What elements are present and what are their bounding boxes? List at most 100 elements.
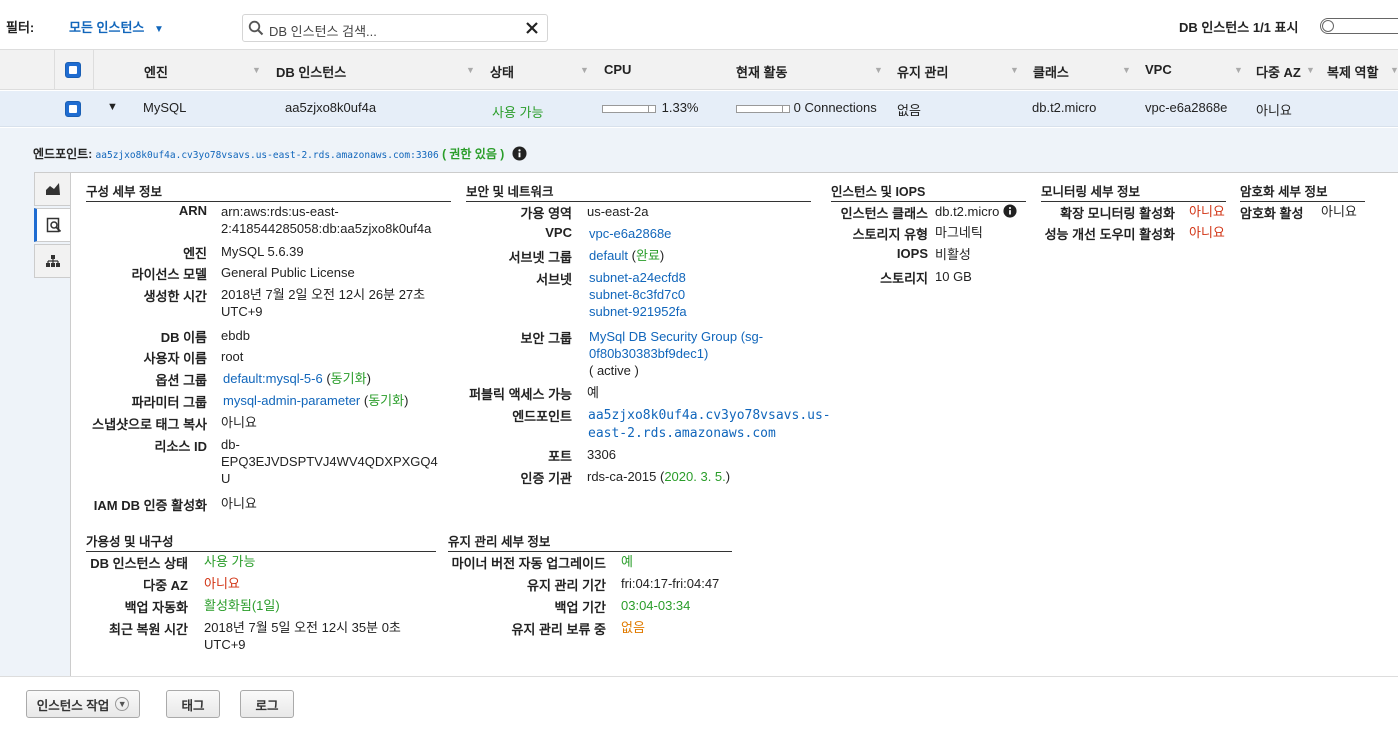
subnet-group-link[interactable]: default xyxy=(589,248,628,263)
column-header-cpu[interactable]: CPU xyxy=(604,62,631,77)
search-input[interactable]: DB 인스턴스 검색... xyxy=(269,21,377,40)
value-ca: rds-ca-2015 (2020. 3. 5.) xyxy=(587,469,731,484)
view-toggle[interactable] xyxy=(1320,18,1398,34)
row-checkbox[interactable] xyxy=(65,101,81,117)
label-pending-maintenance: 유지 관리 보류 중 xyxy=(511,622,606,637)
value-engine: MySQL 5.6.39 xyxy=(221,244,304,259)
cell-instance[interactable]: aa5zjxo8k0uf4a xyxy=(285,100,376,115)
instance-actions-button[interactable]: 인스턴스 작업 ▼ xyxy=(26,690,140,718)
value-auto-minor: 예 xyxy=(621,554,633,569)
activity-value: 0 Connections xyxy=(793,100,877,115)
info-icon[interactable] xyxy=(512,146,527,161)
sort-icon[interactable]: ▼ xyxy=(466,65,475,75)
label-backup: 백업 자동화 xyxy=(124,600,188,615)
tags-button[interactable]: 태그 xyxy=(166,690,220,718)
tab-details[interactable] xyxy=(34,208,71,242)
param-group-link[interactable]: mysql-admin-parameter xyxy=(223,393,360,408)
label-iops: IOPS xyxy=(896,246,928,261)
label-username: 사용자 이름 xyxy=(143,351,207,366)
column-header-instance[interactable]: DB 인스턴스 xyxy=(276,62,346,81)
label-backup-window: 백업 기간 xyxy=(554,600,606,615)
label-auto-minor: 마이너 버전 자동 업그레이드 xyxy=(451,556,606,571)
tab-topology[interactable] xyxy=(34,244,70,278)
sort-icon[interactable]: ▼ xyxy=(1122,65,1131,75)
info-icon[interactable] xyxy=(1003,204,1017,218)
column-header-activity[interactable]: 현재 활동 xyxy=(736,62,787,81)
sort-icon[interactable]: ▼ xyxy=(874,65,883,75)
value-latest-restore: 2018년 7월 5일 오전 12시 35분 0초 UTC+9 xyxy=(204,620,401,652)
value-db-state: 사용 가능 xyxy=(204,554,256,569)
caret-down-icon[interactable]: ▼ xyxy=(107,101,118,113)
label-arn: ARN xyxy=(178,203,207,218)
sort-icon[interactable]: ▼ xyxy=(1234,65,1243,75)
search-box[interactable]: DB 인스턴스 검색... xyxy=(242,14,548,42)
subnet-link[interactable]: subnet-a24ecfd8 xyxy=(589,269,687,286)
value-snapshot-tags: 아니요 xyxy=(221,415,257,430)
label-public-access: 퍼블릭 액세스 가능 xyxy=(469,387,572,402)
subnet-link[interactable]: subnet-8c3fd7c0 xyxy=(589,286,687,303)
column-header-status[interactable]: 상태 xyxy=(490,62,514,81)
label-subnet-group: 서브넷 그룹 xyxy=(508,250,572,265)
toggle-knob xyxy=(1322,20,1334,32)
security-group-link[interactable]: MySql DB Security Group (sg- 0f80b30383bf… xyxy=(589,328,763,362)
chart-icon xyxy=(45,183,60,195)
label-storage: 스토리지 xyxy=(880,271,928,286)
cell-cpu: 1.33% xyxy=(602,100,699,115)
value-multi-az: 아니요 xyxy=(204,576,240,591)
table-header: 엔진 ▼ DB 인스턴스 ▼ 상태 ▼ CPU 현재 활동 ▼ 유지 관리 ▼ … xyxy=(0,50,1398,90)
tab-monitoring[interactable] xyxy=(34,172,70,206)
cell-vpc: vpc-e6a2868e xyxy=(1145,100,1228,115)
label-latest-restore: 최근 복원 시간 xyxy=(109,622,188,637)
option-group-link[interactable]: default:mysql-5-6 xyxy=(223,371,323,386)
label-instance-class: 인스턴스 클래스 xyxy=(840,206,928,221)
label-option-group: 옵션 그룹 xyxy=(155,373,207,388)
label-ca: 인증 기관 xyxy=(520,471,572,486)
value-backup: 활성화됨(1일) xyxy=(204,598,280,613)
activity-bar xyxy=(736,104,790,113)
value-backup-window: 03:04-03:34 xyxy=(621,598,691,613)
section-title-security: 보안 및 네트워크 xyxy=(466,181,811,202)
value-security-group: MySql DB Security Group (sg- 0f80b30383bf… xyxy=(589,328,764,378)
label-security-group: 보안 그룹 xyxy=(520,331,572,346)
sort-icon[interactable]: ▼ xyxy=(580,65,589,75)
value-arn: arn:aws:rds:us-east- 2:418544285058:db:aa… xyxy=(221,204,432,236)
section-title-monitoring: 모니터링 세부 정보 xyxy=(1041,181,1226,202)
sort-icon[interactable]: ▼ xyxy=(1010,65,1019,75)
label-multi-az: 다중 AZ xyxy=(143,578,188,593)
column-header-replication[interactable]: 복제 역할 xyxy=(1327,62,1378,81)
sort-icon[interactable]: ▼ xyxy=(1306,65,1315,75)
table-row[interactable]: ▼ MySQL aa5zjxo8k0uf4a 사용 가능 1.33% 0 Con… xyxy=(0,91,1398,127)
sort-icon[interactable]: ▼ xyxy=(252,65,261,75)
column-header-multi-az[interactable]: 다중 AZ xyxy=(1256,62,1301,81)
value-dbname: ebdb xyxy=(221,328,250,343)
cell-status: 사용 가능 xyxy=(492,105,544,120)
search-icon xyxy=(248,20,264,36)
label-license: 라이선스 모델 xyxy=(131,267,207,282)
value-az: us-east-2a xyxy=(587,204,649,219)
chevron-down-icon: ▼ xyxy=(154,24,164,35)
value-endpoint[interactable]: aa5zjxo8k0uf4a.cv3yo78vsavs.us-east-2.rd… xyxy=(588,407,831,443)
column-header-engine[interactable]: 엔진 xyxy=(144,62,168,81)
endpoint-value[interactable]: aa5zjxo8k0uf4a.cv3yo78vsavs.us-east-2.rd… xyxy=(96,150,439,161)
column-header-class[interactable]: 클래스 xyxy=(1033,62,1069,81)
hierarchy-icon xyxy=(45,255,60,267)
filter-dropdown[interactable]: 모든 인스턴스 ▼ xyxy=(69,17,164,36)
subnet-link[interactable]: subnet-921952fa xyxy=(589,303,687,320)
label-subnets: 서브넷 xyxy=(536,272,572,287)
value-param-group: mysql-admin-parameter (동기화) xyxy=(223,393,409,408)
cpu-value: 1.33% xyxy=(661,100,699,115)
sort-icon[interactable]: ▼ xyxy=(1390,65,1398,75)
logs-button[interactable]: 로그 xyxy=(240,690,294,718)
clear-search-icon[interactable] xyxy=(525,21,539,35)
instance-count: DB 인스턴스 1/1 표시 xyxy=(1179,20,1299,35)
filter-label: 필터: xyxy=(6,20,35,35)
label-iam-auth: IAM DB 인증 활성화 xyxy=(93,498,207,513)
value-iops: 비활성 xyxy=(935,247,971,262)
value-encryption: 아니요 xyxy=(1321,204,1357,219)
column-header-vpc[interactable]: VPC xyxy=(1145,62,1172,77)
select-all-checkbox[interactable] xyxy=(65,62,81,78)
value-instance-class: db.t2.micro xyxy=(935,203,1017,220)
label-maintenance-window: 유지 관리 기간 xyxy=(527,578,606,593)
column-header-maintenance[interactable]: 유지 관리 xyxy=(897,62,948,81)
value-vpc[interactable]: vpc-e6a2868e xyxy=(589,225,671,242)
